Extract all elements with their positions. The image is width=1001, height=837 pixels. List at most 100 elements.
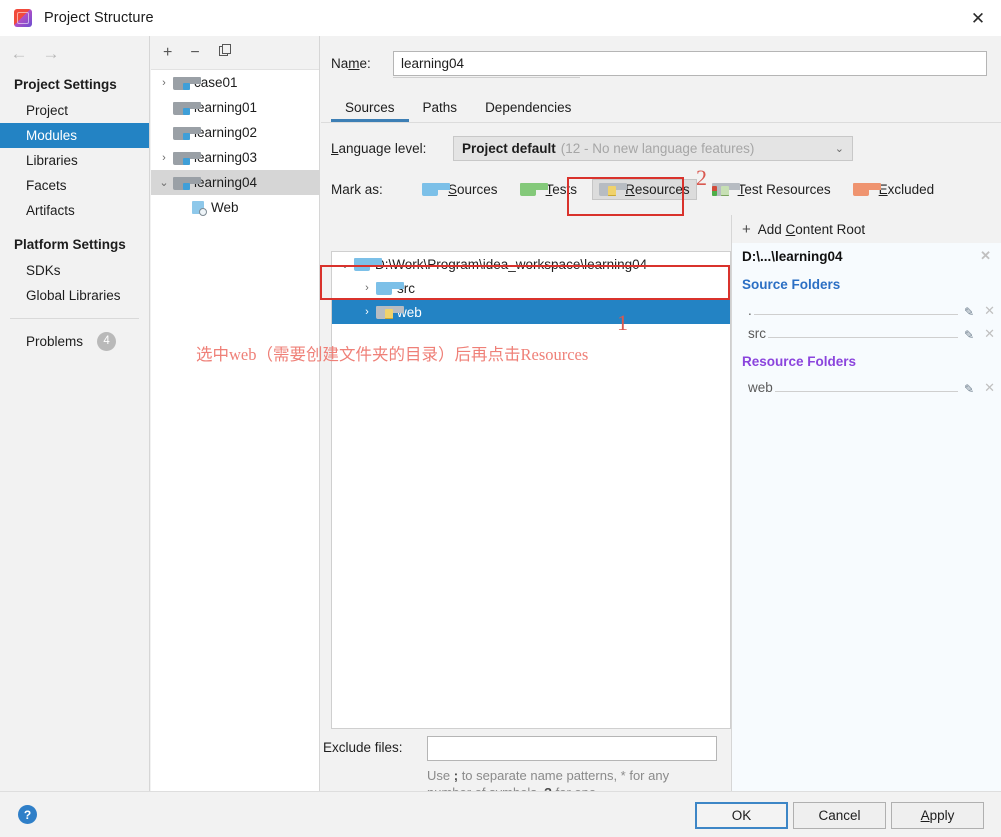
module-list-panel: + − › case01 › learning01 › learning02 ›… (151, 36, 320, 791)
resources-folder-icon (376, 305, 404, 319)
add-module-icon[interactable]: + (163, 44, 172, 61)
remove-module-icon[interactable]: − (190, 44, 199, 61)
folder-rule (753, 314, 959, 315)
remove-content-root-icon[interactable]: ✕ (980, 248, 991, 264)
language-level-value: Project default (462, 140, 556, 156)
mark-as-label: Mark as: (331, 181, 383, 197)
ok-button[interactable]: OK (695, 802, 788, 829)
detail-tabs: Sources Paths Dependencies (331, 92, 1001, 122)
forward-arrow-icon[interactable]: → (42, 45, 60, 62)
mark-as-test-resources-button[interactable]: Test Resources (705, 179, 838, 200)
chevron-right-icon[interactable]: › (155, 152, 173, 164)
mark-as-tests-button[interactable]: Tests (513, 179, 585, 200)
language-level-select[interactable]: Project default (12 - No new language fe… (453, 135, 853, 161)
source-folder-name: . (748, 303, 752, 318)
source-folder-item[interactable]: src ✎ ✕ (732, 319, 1001, 342)
remove-source-folder-icon[interactable]: ✕ (984, 326, 995, 342)
mark-as-resources-button[interactable]: Resources (592, 178, 697, 200)
source-folder-item[interactable]: . ✎ ✕ (732, 296, 1001, 319)
name-label: Name: (331, 55, 371, 71)
nav-history-controls: ← → (0, 36, 149, 70)
sidebar-item-sdks[interactable]: SDKs (0, 258, 149, 283)
sidebar-item-modules[interactable]: Modules (0, 123, 149, 148)
apply-button[interactable]: Apply (891, 802, 984, 829)
module-item-learning02[interactable]: › learning02 (151, 120, 319, 145)
content-roots-panel: + Add Content Root D:\...\learning04 ✕ S… (731, 215, 1001, 791)
module-name-input[interactable] (393, 50, 987, 76)
chevron-placeholder-icon: › (155, 127, 173, 139)
module-item-learning04[interactable]: ⌄ learning04 (151, 170, 319, 195)
chevron-right-icon[interactable]: › (358, 306, 376, 318)
project-structure-dialog: Project Structure ✕ ← → Project Settings… (0, 0, 1001, 837)
back-arrow-icon[interactable]: ← (10, 45, 28, 62)
module-item-case01[interactable]: › case01 (151, 70, 319, 95)
name-field-row: Name: (331, 48, 987, 78)
chevron-down-icon[interactable]: ⌄ (155, 176, 173, 189)
cancel-button[interactable]: Cancel (793, 802, 886, 829)
content-root-path: D:\...\learning04 (742, 248, 843, 264)
tab-paths[interactable]: Paths (409, 100, 472, 122)
chevron-down-icon[interactable]: ⌄ (336, 258, 354, 271)
mark-as-excluded-button[interactable]: Excluded (846, 179, 942, 200)
web-facet-icon (191, 200, 207, 216)
module-toolbar: + − (151, 36, 319, 70)
tests-folder-icon (519, 182, 548, 196)
chevron-down-icon[interactable]: ⌄ (835, 142, 844, 155)
intellij-idea-icon (14, 9, 32, 27)
chevron-placeholder-icon: › (155, 102, 173, 114)
mark-as-sources-button[interactable]: Sources (415, 179, 505, 200)
add-content-root-label: Add Content Root (757, 221, 866, 237)
content-root-header: D:\...\learning04 ✕ (732, 243, 1001, 269)
mark-as-excluded-label: Excluded (878, 181, 935, 197)
sidebar-item-artifacts[interactable]: Artifacts (0, 198, 149, 223)
language-level-hint: (12 - No new language features) (560, 140, 755, 156)
language-level-label: Language level: (331, 140, 427, 156)
remove-resource-folder-icon[interactable]: ✕ (984, 380, 995, 396)
tab-sources[interactable]: Sources (331, 100, 409, 122)
resource-folder-name: web (748, 380, 773, 395)
help-icon[interactable]: ? (18, 805, 37, 824)
exclude-files-label: Exclude files: (323, 740, 403, 755)
sidebar-item-global-libraries[interactable]: Global Libraries (0, 283, 149, 308)
chevron-right-icon[interactable]: › (155, 77, 173, 89)
module-item-label: learning04 (194, 175, 258, 190)
copy-module-icon[interactable] (218, 43, 233, 62)
window-title: Project Structure (44, 10, 154, 26)
remove-source-folder-icon[interactable]: ✕ (984, 303, 995, 319)
exclude-files-input[interactable] (427, 736, 717, 761)
resource-folder-item[interactable]: web ✎ ✕ (732, 373, 1001, 396)
module-item-web-facet[interactable]: Web (151, 195, 319, 220)
name-field-topline (393, 77, 580, 78)
resource-folders-title: Resource Folders (742, 354, 857, 369)
add-content-root-button[interactable]: + Add Content Root (732, 215, 1001, 243)
tree-row-src[interactable]: › src (332, 276, 730, 300)
sources-folder-icon (422, 182, 450, 196)
mark-as-row: Mark as: Sources Tests Resources Test Re… (331, 175, 1001, 203)
sidebar-item-facets[interactable]: Facets (0, 173, 149, 198)
module-folder-icon (173, 151, 201, 165)
sidebar-item-problems[interactable]: Problems 4 (0, 327, 149, 355)
module-folder-icon (173, 101, 201, 115)
tabs-divider (321, 122, 1001, 123)
pencil-icon[interactable]: ✎ (964, 382, 974, 396)
sidebar-item-libraries[interactable]: Libraries (0, 148, 149, 173)
module-item-learning03[interactable]: › learning03 (151, 145, 319, 170)
resources-folder-icon (599, 182, 628, 196)
tree-row-content-root[interactable]: ⌄ D:\Work\Program\idea_workspace\learnin… (332, 252, 730, 276)
test-resources-folder-icon (711, 182, 740, 196)
plus-icon: + (742, 220, 751, 238)
settings-sidebar: ← → Project Settings Project Modules Lib… (0, 36, 150, 791)
dialog-footer: ? OK Cancel Apply (0, 791, 1001, 837)
chevron-right-icon[interactable]: › (358, 282, 376, 294)
pencil-icon[interactable]: ✎ (964, 328, 974, 342)
tab-dependencies[interactable]: Dependencies (471, 100, 585, 122)
folder-rule (774, 391, 959, 392)
sidebar-item-project[interactable]: Project (0, 98, 149, 123)
module-folder-icon (173, 76, 201, 90)
pencil-icon[interactable]: ✎ (964, 305, 974, 319)
close-icon[interactable]: ✕ (955, 0, 1001, 36)
module-item-learning01[interactable]: › learning01 (151, 95, 319, 120)
sources-folder-icon (376, 281, 404, 295)
tree-row-web[interactable]: › web (332, 300, 730, 324)
content-root-tree: ⌄ D:\Work\Program\idea_workspace\learnin… (331, 251, 731, 729)
